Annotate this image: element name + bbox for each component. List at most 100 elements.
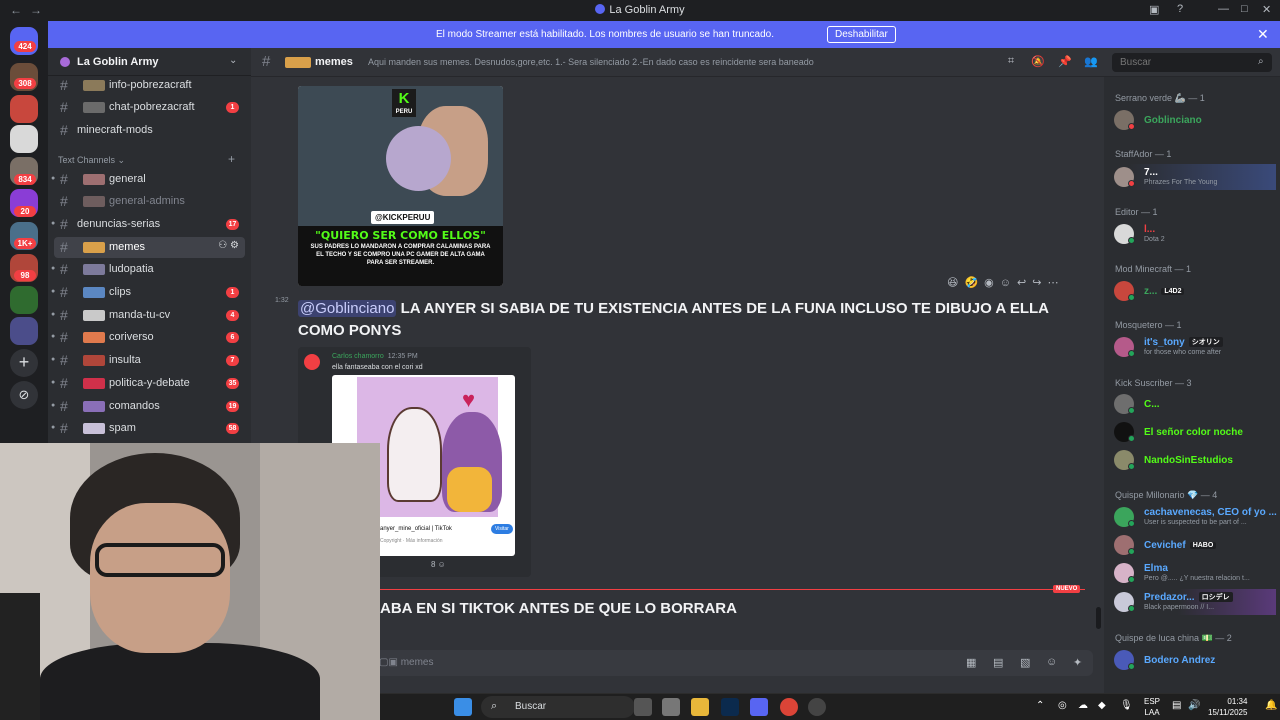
apps-icon[interactable]: ✦ (1073, 656, 1082, 669)
explore-icon[interactable]: ⊘ (10, 381, 38, 409)
sticker-icon[interactable]: ▧ (1020, 656, 1030, 669)
notifications-icon[interactable]: 🔔 (1265, 700, 1277, 711)
channel-item[interactable]: ● # coriverso 6 (51, 327, 245, 348)
pin-icon[interactable]: 📌 (1058, 55, 1072, 69)
server-icon[interactable] (10, 125, 38, 153)
member-item[interactable]: NandoSinEstudios (1112, 447, 1276, 473)
microphone-icon[interactable]: 🎙 (1120, 700, 1133, 711)
network-icon[interactable]: ▤ (1172, 700, 1181, 711)
maximize-icon[interactable]: □ (1241, 3, 1248, 15)
member-item[interactable]: El señor color noche (1112, 419, 1276, 445)
channel-item[interactable]: ● # manda-tu-cv 4 (51, 305, 245, 326)
webcam-overlay (0, 443, 380, 720)
disable-streamer-button[interactable]: Deshabilitar (827, 26, 896, 43)
user-mention[interactable]: @Goblinciano (298, 300, 397, 317)
hash-icon: # (60, 375, 68, 391)
add-reaction-icon[interactable]: ☺ (1000, 277, 1011, 289)
hash-icon: # (262, 53, 271, 70)
member-name: 7... (1144, 167, 1158, 178)
channel-item-active[interactable]: # memes ⚇ ⚙ (54, 237, 245, 258)
server-icon[interactable] (10, 286, 38, 314)
member-item[interactable]: Bodero Andrez (1112, 647, 1276, 673)
member-item[interactable]: 7... Phrazes For The Young (1112, 164, 1276, 190)
taskbar-search[interactable]: ⌕ Buscar (481, 696, 635, 718)
member-item[interactable]: Goblinciano (1112, 107, 1276, 133)
server-icon[interactable] (10, 317, 38, 345)
channel-item[interactable]: ● # insulta 7 (51, 350, 245, 371)
start-icon[interactable] (454, 698, 472, 716)
app-icon[interactable] (808, 698, 826, 716)
channel-item[interactable]: ● # spam 58 (51, 418, 245, 439)
reaction-laugh-icon[interactable]: 😆 (947, 277, 958, 289)
reaction-rofl-icon[interactable]: 🤣 (964, 277, 978, 289)
volume-icon[interactable]: 🔊 (1188, 700, 1200, 711)
category-text-channels[interactable]: Text Channels ⌄ + (58, 152, 235, 166)
member-list-icon[interactable]: 👥 (1084, 55, 1098, 69)
forward-icon[interactable]: ↪ (1032, 277, 1041, 289)
member-item[interactable]: C... (1112, 391, 1276, 417)
photoshop-icon[interactable] (721, 698, 739, 716)
file-explorer-icon[interactable] (691, 698, 709, 716)
member-item[interactable]: z... L4D2 (1112, 278, 1276, 304)
channel-topic[interactable]: Aqui manden sus memes. Desnudos,gore,etc… (368, 57, 814, 67)
reaction-custom-icon[interactable]: ◉ (984, 277, 994, 289)
chevron-down-icon[interactable]: ⌄ (229, 55, 237, 66)
guild-header[interactable]: La Goblin Army ⌄ (48, 48, 251, 76)
channel-item[interactable]: ● # clips 1 (51, 282, 245, 303)
search-input[interactable] (1112, 53, 1272, 72)
channel-emoji-icon (83, 174, 105, 185)
add-server-icon[interactable]: + (10, 349, 38, 377)
clock[interactable]: 01:34 15/11/2025 (1208, 696, 1247, 718)
threads-icon[interactable]: ⌗ (1004, 55, 1018, 69)
channel-item[interactable]: # minecraft-mods (54, 120, 245, 141)
member-item[interactable]: Predazor... ロシデレ Black papermoon // I... (1112, 589, 1276, 615)
inbox-icon[interactable]: ▣ (1149, 3, 1159, 16)
gift-icon[interactable]: ▦ (966, 656, 976, 669)
reply-icon[interactable]: ↩ (1017, 277, 1026, 289)
emoji-icon[interactable]: ☺ (1046, 656, 1057, 668)
avatar[interactable] (304, 354, 320, 370)
member-item[interactable]: Cevichef HABO (1112, 532, 1276, 558)
tray-app-icon[interactable]: ◎ (1058, 700, 1067, 711)
member-list: Serrano verde 🦾 — 1 Goblinciano StaffAdo… (1104, 77, 1280, 693)
tray-app-icon[interactable]: ◆ (1098, 700, 1106, 711)
member-tag: ロシデレ (1198, 592, 1233, 602)
task-view-icon[interactable] (634, 698, 652, 716)
member-item[interactable]: Elma Pero @..... ¿Y nuestra relacion t..… (1112, 560, 1276, 586)
member-item[interactable]: cachavenecas, CEO of yo ... User is susp… (1112, 504, 1277, 530)
member-item[interactable]: it's_tony シオリン for those who come after (1112, 334, 1276, 360)
member-item[interactable]: l... Dota 2 (1112, 221, 1276, 247)
channel-item[interactable]: ● # ludopatia (51, 259, 245, 280)
channel-item[interactable]: # info-pobrezacraft (54, 75, 245, 96)
cloud-icon[interactable]: ☁ (1078, 700, 1088, 711)
channel-settings-icon[interactable]: ⚇ ⚙ (218, 240, 239, 251)
close-window-icon[interactable]: ✕ (1262, 3, 1271, 16)
gif-icon[interactable]: ▤ (993, 656, 1003, 669)
help-icon[interactable]: ? (1177, 3, 1183, 15)
channel-item[interactable]: ● # politica-y-debate 35 (51, 373, 245, 394)
add-channel-icon[interactable]: + (228, 152, 235, 166)
scrollbar[interactable] (1096, 607, 1101, 629)
keyboard-language[interactable]: ESP LAA (1144, 696, 1160, 718)
close-banner-icon[interactable]: ✕ (1257, 26, 1269, 43)
channel-item[interactable]: ● # denuncias-serias 17 (51, 214, 245, 235)
mute-bell-icon[interactable]: 🔕 (1031, 55, 1045, 69)
server-icon[interactable] (10, 95, 38, 123)
new-badge: NUEVO (1053, 585, 1081, 593)
discord-icon[interactable] (750, 698, 768, 716)
channel-item[interactable]: ● # general (51, 169, 245, 190)
channel-item[interactable]: # chat-pobrezacraft 1 (54, 97, 245, 118)
member-status: Pero @..... ¿Y nuestra relacion t... (1144, 575, 1250, 582)
more-options-icon[interactable]: ⋯ (1047, 277, 1058, 289)
chrome-icon[interactable] (780, 698, 798, 716)
attached-image[interactable]: K PERU @KICKPERUU "QUIERO SER COMO ELLOS"… (298, 86, 503, 286)
minimize-icon[interactable]: — (1218, 3, 1229, 15)
tray-chevron-icon[interactable]: ⌃ (1036, 700, 1044, 711)
visit-button[interactable]: Visitar (491, 524, 513, 534)
channel-item[interactable]: # general-admins (54, 191, 245, 212)
new-messages-divider (279, 589, 1085, 590)
reaction-count[interactable]: 8 ☺ (431, 560, 446, 569)
member-name: it's_tony シオリン (1144, 337, 1223, 348)
channel-item[interactable]: ● # comandos 19 (51, 396, 245, 417)
app-icon[interactable] (662, 698, 680, 716)
